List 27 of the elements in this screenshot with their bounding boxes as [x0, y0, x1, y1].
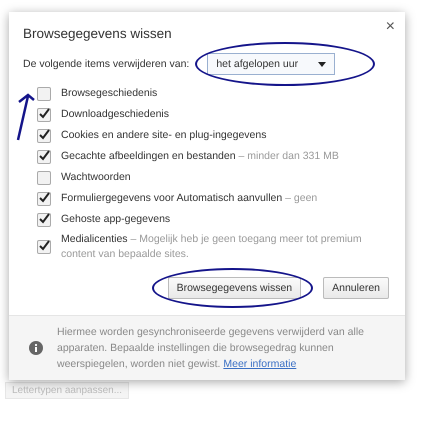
checkbox[interactable] [37, 240, 51, 254]
checkbox[interactable] [37, 212, 51, 226]
checkbox[interactable] [37, 192, 51, 206]
checkbox[interactable] [37, 108, 51, 122]
caret-icon [318, 62, 326, 66]
time-range-dropdown[interactable]: het afgelopen uur [207, 53, 336, 75]
checkbox-label: Cookies en andere site- en plug-ingegevens [61, 128, 266, 143]
annotation-arrow [16, 93, 35, 140]
checkbox-label: Gecachte afbeeldingen en bestanden – minder dan 331 MB [61, 149, 339, 164]
checkbox-label: Gehoste app-gegevens [61, 212, 170, 227]
checkbox[interactable] [37, 128, 51, 142]
checkbox-label: Formuliergegevens voor Automatisch aanvullen – geen [61, 191, 318, 206]
checkbox[interactable] [37, 170, 51, 184]
checkbox-label: Wachtwoorden [61, 170, 131, 185]
checkbox-label: Downloadgeschiedenis [61, 107, 169, 122]
more-info-link[interactable]: Meer informatie [223, 358, 296, 370]
checkbox[interactable] [37, 150, 51, 164]
cancel-button[interactable]: Annuleren [323, 277, 389, 299]
checkbox-label: Medialicenties – Mogelijk heb je geen toegang meer tot premium content van bepaalde sites. [61, 232, 363, 262]
sync-notice: Hiermee worden gesynchroniseerde gegevens verwijderd van alle apparaten. Bepaalde instellingen die browsegedrag kunnen weerspiegelen, worden niet gewist. Meer informatie [57, 325, 366, 372]
close-button[interactable]: × [386, 18, 395, 36]
dialog-title: Browsegegevens wissen [23, 26, 173, 41]
info-icon [29, 341, 43, 355]
checkbox-label: Browsegeschiedenis [61, 86, 158, 101]
range-label: De volgende items verwijderen van: [23, 58, 190, 70]
checkbox[interactable] [37, 86, 51, 100]
clear-data-button[interactable]: Browsegegevens wissen [168, 277, 302, 299]
